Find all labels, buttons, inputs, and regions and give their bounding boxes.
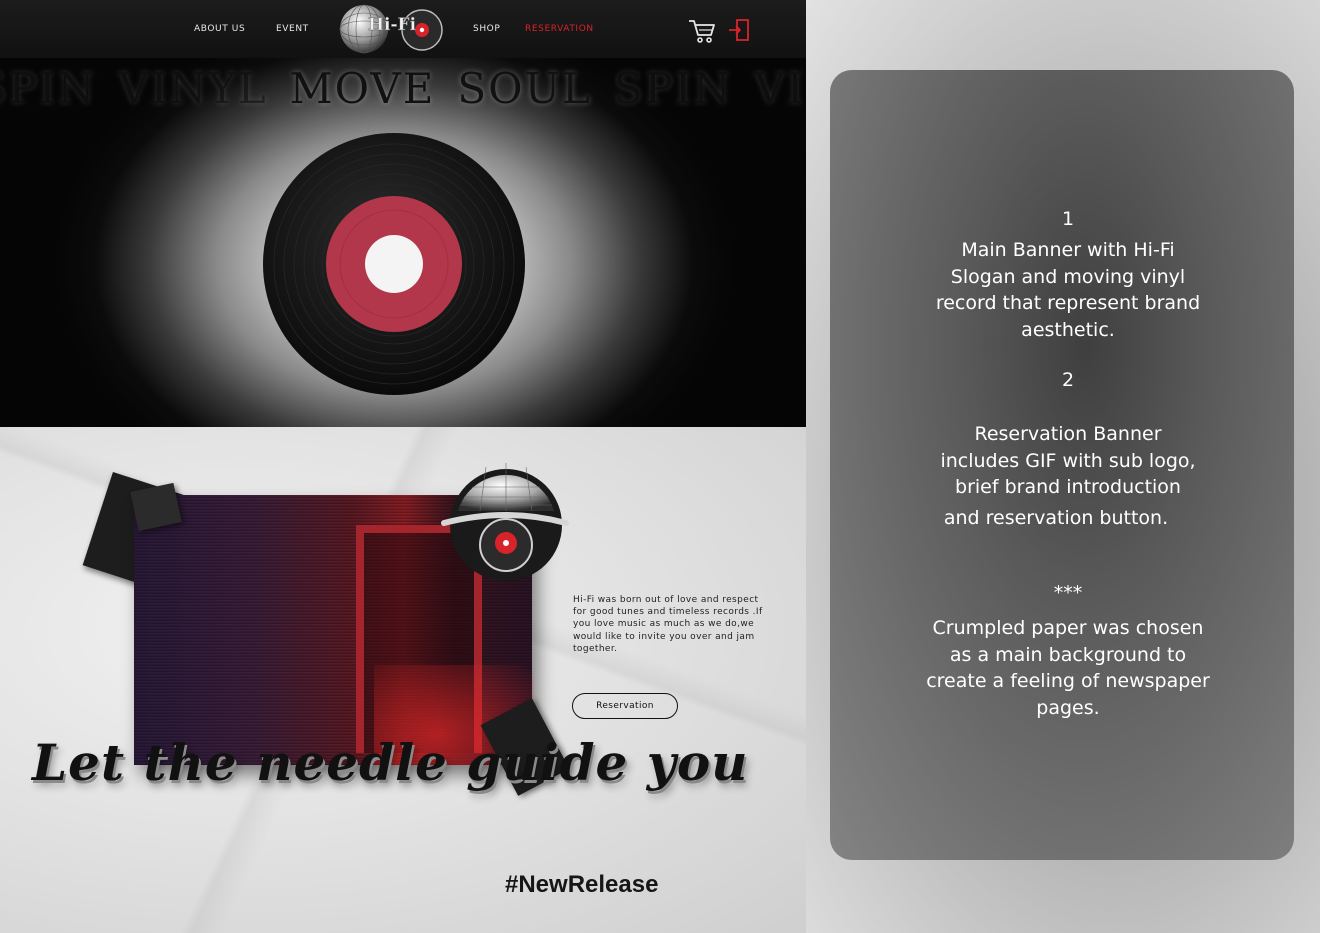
tagline: Let the needle guide you [32,733,749,792]
main-banner: SPIN VINYL MOVE SOUL SPIN VI [0,58,806,427]
sub-logo-icon [441,463,569,581]
hifi-logo[interactable]: Hi-Fi [338,2,446,56]
slogan-word: MOVE [289,64,436,113]
slogan-marquee: SPIN VINYL MOVE SOUL SPIN VI [0,64,806,113]
slogan-word: SPIN [613,64,733,113]
nav-shop[interactable]: SHOP [473,24,500,34]
logout-icon[interactable] [728,18,750,42]
section-1-description: Main Banner with Hi-Fi Slogan and moving… [935,239,1201,341]
slogan-word: SPIN [0,64,97,113]
section-2-description: Reservation Banner includes GIF with sub… [940,423,1196,498]
shopping-cart-icon[interactable] [688,18,716,44]
section-1-number: 1 [1061,208,1075,230]
website-mockup: ABOUT US EVENT Hi-Fi SHOP RESERVATION PI… [0,0,806,933]
reservation-button[interactable]: Reservation [572,693,678,719]
slogan-word: VI [754,64,806,113]
section-2-description-tail: and reservation button. [943,507,1169,529]
brand-introduction: Hi-Fi was born out of love and respect f… [573,595,763,654]
slogan-word: SOUL [457,64,592,113]
nav-about-us[interactable]: ABOUT US [194,24,245,34]
vinyl-record [263,133,525,395]
logo-wordmark: Hi-Fi [368,15,417,35]
reservation-banner: Hi-Fi was born out of love and respect f… [0,427,806,933]
nav-event[interactable]: EVENT [276,24,309,34]
nav-reservation[interactable]: RESERVATION [525,24,594,34]
slogan-word: VINYL [118,64,268,113]
new-release-hashtag[interactable]: #NewRelease [505,871,658,899]
navigation-bar: ABOUT US EVENT Hi-Fi SHOP RESERVATION [0,0,806,59]
section-2-number: 2 [1061,369,1075,391]
section-3-description: Crumpled paper was chosen as a main back… [926,617,1210,719]
section-divider: *** [1053,582,1083,604]
